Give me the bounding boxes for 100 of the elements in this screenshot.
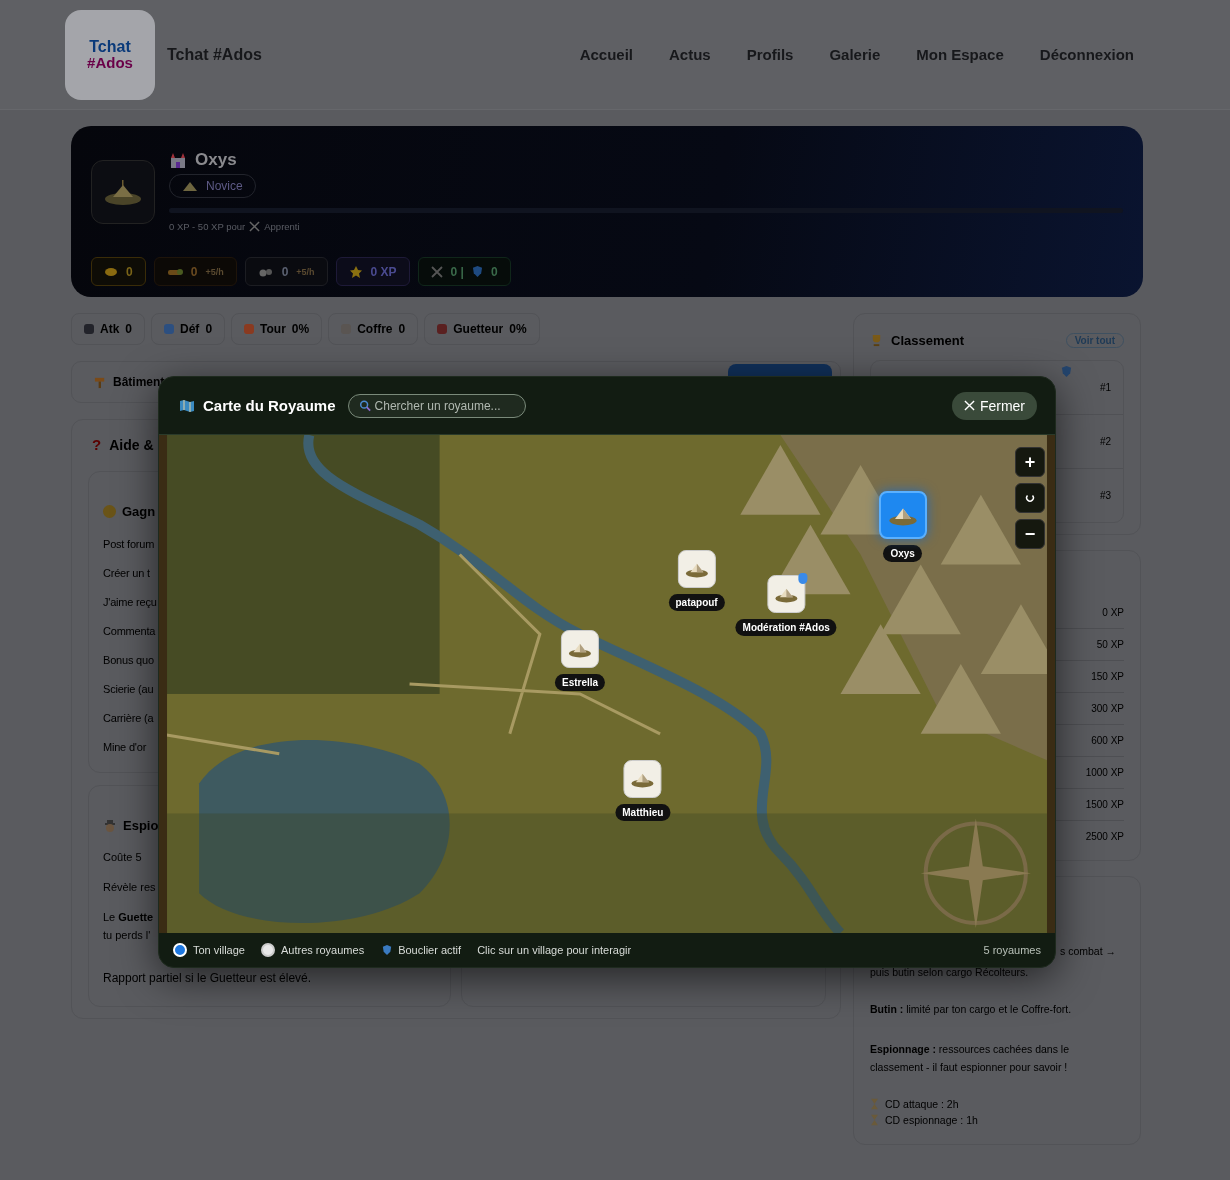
- own-village-dot: [173, 943, 187, 957]
- nav-link[interactable]: Actus: [669, 46, 711, 63]
- legend-label: Ton village: [193, 944, 245, 956]
- earn-item: Scierie (au: [103, 682, 154, 695]
- cooldown-text: CD espionnage : 1h: [885, 1114, 978, 1126]
- xp-threshold: 1000 XP: [1085, 767, 1124, 778]
- logo-text: Tchat: [89, 39, 131, 55]
- village-marker[interactable]: [767, 575, 806, 614]
- xp-threshold: 2500 XP: [1085, 831, 1124, 842]
- stat-value: 0%: [509, 322, 527, 336]
- reset-icon: [1025, 493, 1035, 503]
- stat-icon: [164, 324, 175, 334]
- xp-progress-text: 0 XP - 50 XP pour: [169, 221, 246, 232]
- trophy-icon: [870, 333, 883, 347]
- dialog-title: Carte du Royaume: [203, 397, 336, 414]
- stat-label: Atk: [100, 322, 120, 336]
- spy-note: Rapport partiel si le Guetteur est élevé.: [103, 971, 313, 985]
- question-mark: ?: [92, 436, 102, 453]
- earn-item: Créer un t: [103, 566, 150, 579]
- close-button[interactable]: Fermer: [951, 391, 1037, 420]
- crossed-swords-icon: [249, 221, 261, 232]
- rules-text: Butin : limité par ton cargo et le Coffre-fort.: [870, 1002, 1073, 1017]
- resource-value: 0: [491, 264, 498, 279]
- earn-item: Commenta: [103, 624, 156, 637]
- site-name[interactable]: Tchat #Ados: [167, 45, 262, 64]
- zoom-in-button[interactable]: +: [1015, 447, 1045, 477]
- log-icon: [166, 266, 183, 277]
- xp-threshold: 300 XP: [1091, 703, 1124, 714]
- card-title: Espio: [123, 818, 159, 833]
- kingdom-name: Oxys: [195, 150, 237, 170]
- earn-item: Carrière (a: [103, 711, 154, 724]
- spy-text: Révèle res: [103, 881, 156, 893]
- crossed-swords-icon: [430, 265, 443, 278]
- search-field[interactable]: Chercher un royaume...: [347, 393, 526, 418]
- shield-icon: [1061, 365, 1072, 378]
- coin-icon: [104, 266, 118, 277]
- xp-threshold: 150 XP: [1091, 671, 1124, 682]
- resource-value: 0 |: [450, 264, 464, 279]
- coin-icon: [103, 505, 116, 518]
- logo-text: #Ados: [87, 55, 133, 70]
- resource-value: 0: [281, 264, 289, 279]
- site-logo[interactable]: Tchat #Ados: [65, 9, 155, 100]
- kingdom-count: 5 royaumes: [983, 944, 1041, 956]
- earn-item: Post forum: [103, 537, 155, 550]
- xp-threshold: 600 XP: [1091, 735, 1124, 746]
- card-title: Gagn: [122, 504, 156, 519]
- stat-icon: [244, 324, 255, 334]
- nav-link[interactable]: Galerie: [829, 46, 881, 63]
- village-name: patapouf: [668, 594, 725, 612]
- stat-label: Coffre: [357, 322, 393, 336]
- spy-text: Coûte 5: [103, 851, 142, 863]
- nav-link[interactable]: Déconnexion: [1039, 46, 1134, 63]
- village-name: Modération #Ados: [735, 619, 837, 637]
- map-hint: Clic sur un village pour interagir: [477, 944, 632, 956]
- rank-number: #1: [1099, 382, 1111, 393]
- star-icon: [348, 264, 363, 279]
- village-marker[interactable]: [878, 490, 927, 539]
- rules-text: s combat →: [1060, 945, 1117, 957]
- nav-link[interactable]: Profils: [746, 46, 794, 63]
- stat-value: 0: [125, 322, 133, 336]
- rules-text: Espionnage : ressources cachées dans le classement - il faut espionner pour savoir !: [870, 1042, 1070, 1075]
- spy-text: Le Guette: [103, 911, 154, 923]
- xp-threshold: 0 XP: [1102, 607, 1124, 618]
- xp-threshold: 1500 XP: [1085, 799, 1124, 810]
- village-marker[interactable]: [677, 550, 716, 589]
- legend-label: Bouclier actif: [398, 944, 462, 956]
- village-icon: [91, 160, 155, 224]
- village-name: Estrella: [555, 674, 606, 692]
- legend-label: Autres royaumes: [281, 944, 365, 956]
- earn-item: Mine d'or: [103, 740, 147, 753]
- stat-label: Guetteur: [453, 322, 504, 336]
- reset-view-button[interactable]: [1015, 483, 1045, 513]
- stat-label: Tour: [260, 322, 286, 336]
- rank-number: #3: [1099, 490, 1111, 501]
- card-title: Classement: [891, 332, 964, 348]
- nav-link[interactable]: Accueil: [579, 46, 634, 63]
- village-marker[interactable]: [561, 630, 600, 669]
- hourglass-icon: [870, 1098, 879, 1110]
- castle-icon: [169, 151, 187, 169]
- nav-link[interactable]: Mon Espace: [916, 46, 1004, 63]
- cooldown-text: CD attaque : 2h: [885, 1098, 959, 1110]
- stat-value: 0%: [291, 322, 310, 336]
- resource-value: 0: [190, 264, 198, 279]
- stat-icon: [84, 324, 94, 334]
- stat-value: 0: [205, 322, 213, 336]
- map-icon: [179, 398, 195, 413]
- next-rank-text: Apprenti: [264, 221, 300, 232]
- resource-value: 0: [126, 264, 133, 279]
- zoom-out-button[interactable]: −: [1015, 519, 1045, 549]
- resource-rate: +5/h: [205, 266, 224, 277]
- earn-item: Bonus quo: [103, 653, 154, 666]
- card-title: Aide &: [109, 436, 154, 453]
- resource-value: 0 XP: [370, 264, 397, 279]
- shield-icon: [382, 944, 393, 956]
- village-marker[interactable]: [623, 759, 662, 798]
- search-icon: [358, 399, 371, 412]
- shield-icon: [472, 265, 483, 278]
- card-title: Bâtiment: [113, 375, 165, 389]
- hammer-icon: [94, 375, 107, 389]
- stat-label: Déf: [180, 322, 200, 336]
